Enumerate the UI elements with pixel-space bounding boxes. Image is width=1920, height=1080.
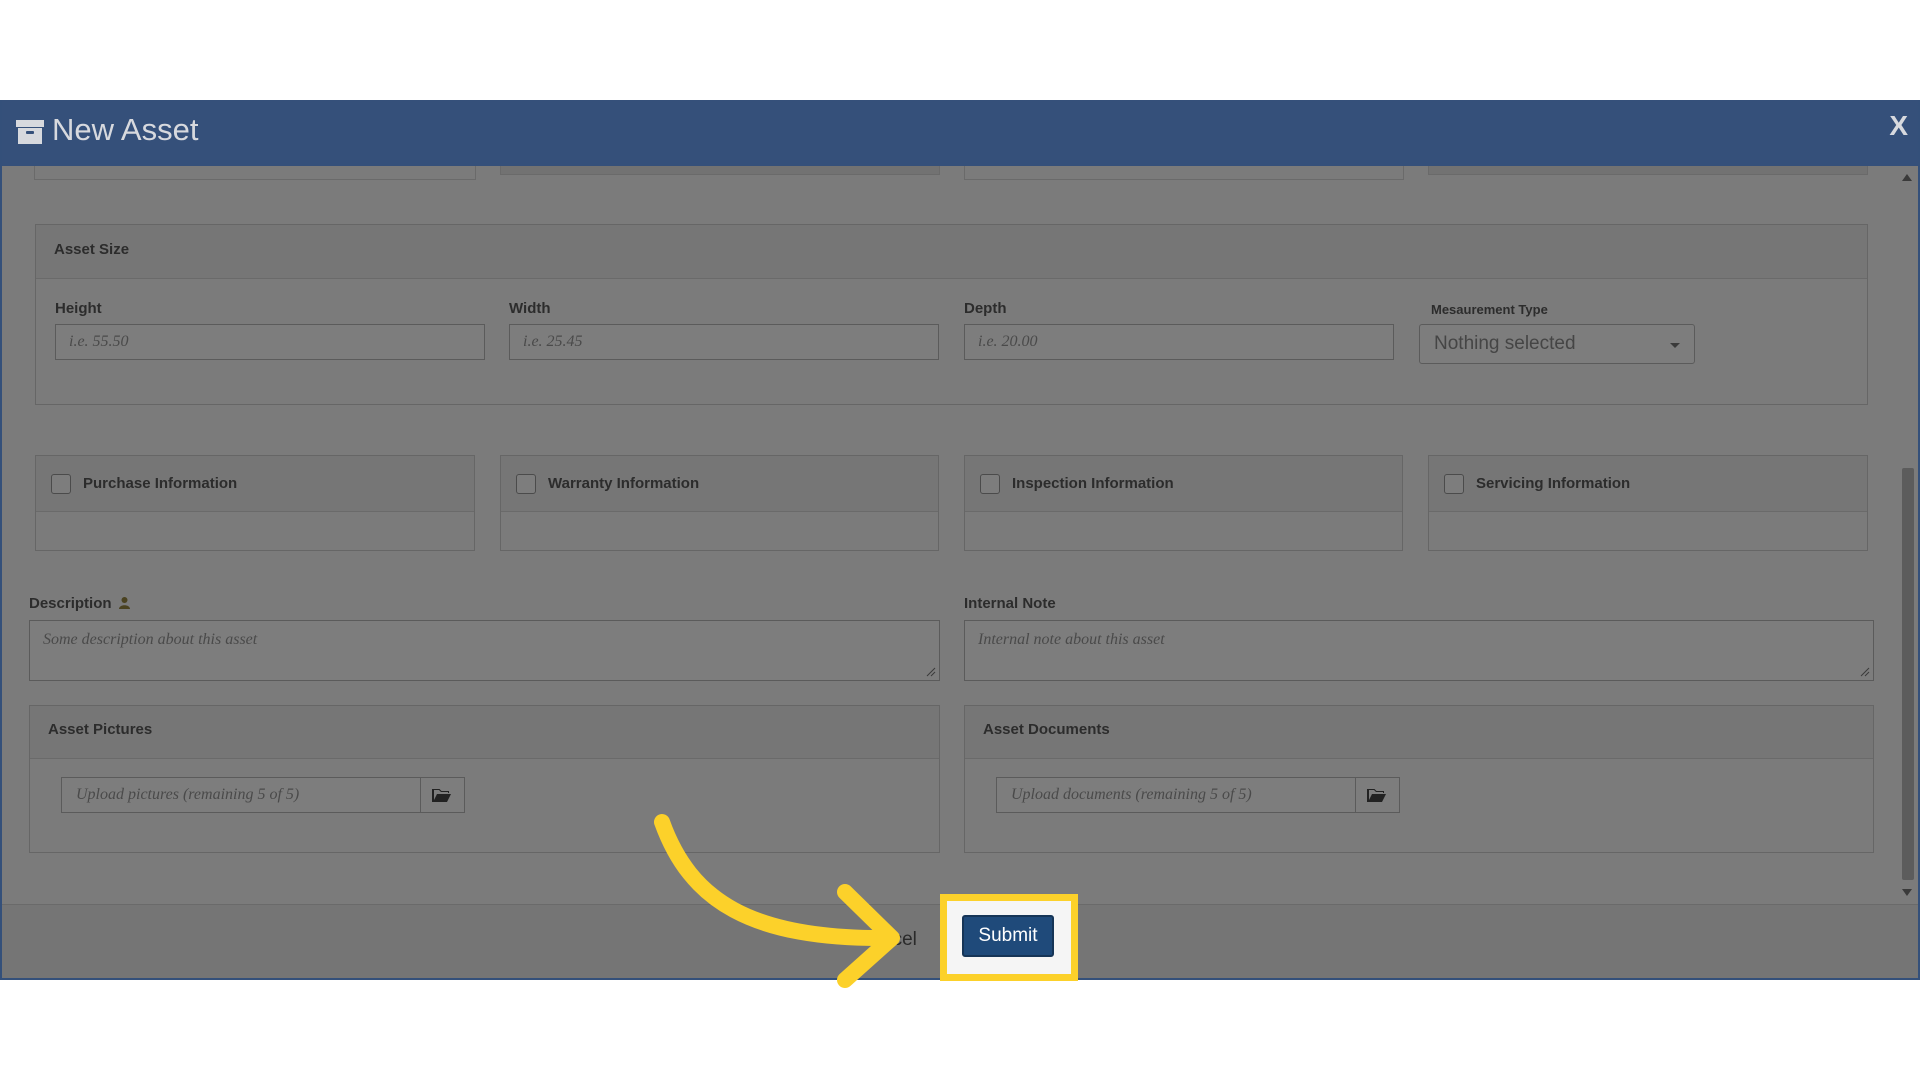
- asset-documents-header: Asset Documents: [965, 706, 1873, 759]
- folder-open-icon: [1367, 787, 1387, 803]
- warranty-info-header: Warranty Information: [501, 456, 938, 512]
- purchase-info-label: Purchase Information: [83, 475, 237, 492]
- cut-off-field[interactable]: [964, 166, 1404, 180]
- modal-header: New Asset X: [2, 100, 1920, 166]
- servicing-info-checkbox[interactable]: [1444, 474, 1464, 494]
- chevron-down-icon: [1670, 343, 1680, 348]
- upload-documents-input[interactable]: Upload documents (remaining 5 of 5): [996, 777, 1356, 813]
- folder-open-icon: [432, 787, 452, 803]
- asset-documents-title: Asset Documents: [983, 721, 1110, 738]
- inspection-info-panel: Inspection Information: [964, 455, 1403, 551]
- browse-pictures-button[interactable]: [421, 777, 465, 813]
- servicing-info-label: Servicing Information: [1476, 475, 1630, 492]
- asset-documents-panel: Asset Documents Upload documents (remain…: [964, 705, 1874, 853]
- internal-note-placeholder: Internal note about this asset: [978, 631, 1165, 648]
- width-input[interactable]: i.e. 25.45: [509, 324, 939, 360]
- cut-off-field[interactable]: [34, 166, 476, 180]
- inspection-info-checkbox[interactable]: [980, 474, 1000, 494]
- asset-size-header: Asset Size: [36, 225, 1867, 279]
- depth-input[interactable]: i.e. 20.00: [964, 324, 1394, 360]
- width-label: Width: [509, 300, 551, 317]
- purchase-info-checkbox[interactable]: [51, 474, 71, 494]
- measurement-type-label: Mesaurement Type: [1431, 302, 1548, 317]
- description-label-text: Description: [29, 595, 112, 612]
- warranty-info-checkbox[interactable]: [516, 474, 536, 494]
- asset-pictures-title: Asset Pictures: [48, 721, 152, 738]
- measurement-type-value: Nothing selected: [1434, 333, 1576, 354]
- scrollbar-thumb[interactable]: [1902, 468, 1914, 880]
- purchase-info-header: Purchase Information: [36, 456, 474, 512]
- depth-label: Depth: [964, 300, 1007, 317]
- pointer-arrow-icon: [640, 800, 910, 1000]
- submit-button[interactable]: Submit: [962, 915, 1054, 957]
- inspection-info-label: Inspection Information: [1012, 475, 1174, 492]
- browse-documents-button[interactable]: [1356, 777, 1400, 813]
- internal-note-label: Internal Note: [964, 595, 1056, 612]
- servicing-info-header: Servicing Information: [1429, 456, 1867, 512]
- description-placeholder: Some description about this asset: [43, 631, 257, 648]
- resize-handle-icon[interactable]: [926, 667, 936, 677]
- scroll-down-icon[interactable]: [1902, 889, 1912, 896]
- scroll-up-icon[interactable]: [1902, 174, 1912, 181]
- asset-size-title: Asset Size: [54, 241, 129, 258]
- measurement-type-select[interactable]: Nothing selected: [1419, 324, 1695, 364]
- modal-title: New Asset: [52, 112, 198, 148]
- new-asset-modal: New Asset X Asset Size Height i.e. 55.50…: [0, 100, 1920, 980]
- archive-box-icon: [16, 120, 44, 144]
- height-label: Height: [55, 300, 102, 317]
- cut-off-field[interactable]: [1428, 166, 1868, 175]
- upload-pictures-input[interactable]: Upload pictures (remaining 5 of 5): [61, 777, 421, 813]
- user-icon: [119, 597, 130, 609]
- internal-note-textarea[interactable]: Internal note about this asset: [964, 620, 1874, 681]
- description-label: Description: [29, 595, 130, 612]
- servicing-info-panel: Servicing Information: [1428, 455, 1868, 551]
- vertical-scrollbar[interactable]: [1898, 166, 1918, 904]
- asset-pictures-header: Asset Pictures: [30, 706, 939, 759]
- cut-off-field[interactable]: [500, 166, 940, 175]
- warranty-info-label: Warranty Information: [548, 475, 699, 492]
- purchase-info-panel: Purchase Information: [35, 455, 475, 551]
- close-button[interactable]: X: [1889, 110, 1908, 142]
- asset-size-panel: Asset Size Height i.e. 55.50 Width i.e. …: [35, 224, 1868, 405]
- height-input[interactable]: i.e. 55.50: [55, 324, 485, 360]
- inspection-info-header: Inspection Information: [965, 456, 1402, 512]
- description-textarea[interactable]: Some description about this asset: [29, 620, 940, 681]
- resize-handle-icon[interactable]: [1860, 667, 1870, 677]
- warranty-info-panel: Warranty Information: [500, 455, 939, 551]
